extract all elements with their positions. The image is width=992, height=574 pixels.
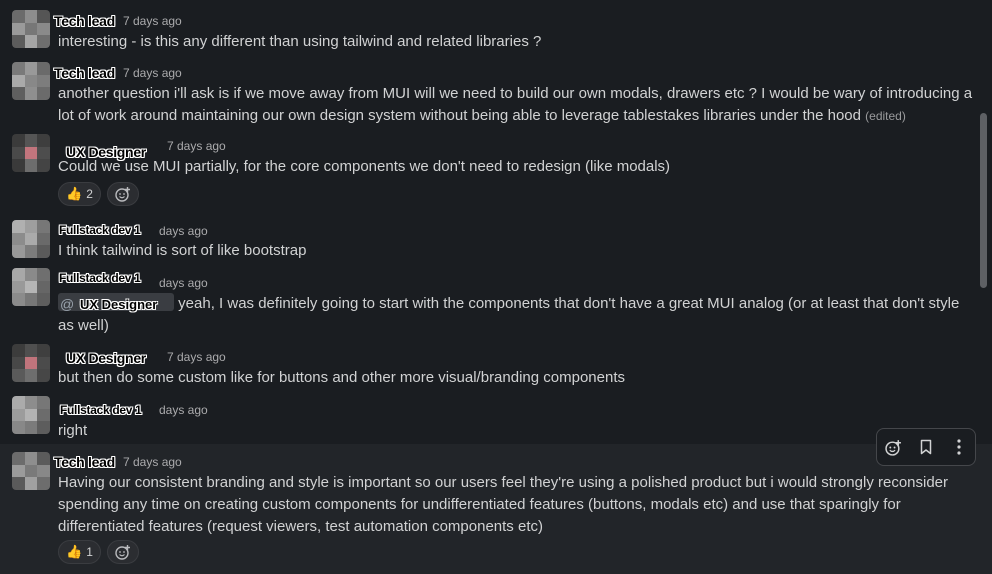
message-text: Having our consistent branding and style… — [58, 474, 949, 535]
message-text: interesting - is this any different than… — [58, 33, 542, 50]
message-text: right — [58, 422, 88, 439]
reactions-bar: 👍 2 — [58, 182, 139, 206]
timestamp[interactable]: 7 days ago — [123, 66, 182, 80]
mention-at: @ — [60, 296, 75, 312]
thumbs-up-icon: 👍 — [66, 544, 83, 559]
add-reaction-icon — [115, 545, 130, 560]
avatar[interactable] — [12, 220, 50, 258]
avatar[interactable] — [12, 268, 50, 306]
reactions-bar: 👍 1 — [58, 540, 139, 564]
message-3: UX Designer 7 days ago Could we use MUI … — [0, 128, 992, 214]
message-6: UX Designer 7 days ago but then do some … — [0, 340, 992, 392]
avatar[interactable] — [12, 10, 50, 48]
author-name[interactable]: Fullstack dev 1 — [59, 223, 141, 237]
scrollbar-thumb[interactable] — [980, 113, 987, 288]
bookmark-icon — [920, 439, 932, 455]
more-vertical-icon — [957, 439, 961, 455]
avatar[interactable] — [12, 344, 50, 382]
message-text: Could we use MUI partially, for the core… — [58, 158, 671, 175]
message-7: Fullstack dev 1 days ago right — [0, 392, 992, 444]
more-actions-button[interactable] — [945, 433, 973, 461]
author-name[interactable]: Tech lead — [54, 454, 115, 470]
author-name[interactable]: UX Designer — [66, 350, 146, 366]
timestamp[interactable]: days ago — [159, 224, 208, 238]
add-reaction-button[interactable] — [879, 433, 907, 461]
reaction-thumbs-up[interactable]: 👍 1 — [58, 540, 101, 564]
mention-name: UX Designer — [80, 297, 158, 312]
reaction-count: 1 — [86, 545, 93, 559]
avatar[interactable] — [12, 396, 50, 434]
reaction-thumbs-up[interactable]: 👍 2 — [58, 182, 101, 206]
author-name[interactable]: Fullstack dev 1 — [60, 403, 142, 417]
author-name[interactable]: Tech lead — [54, 65, 115, 81]
message-4: Fullstack dev 1 days ago I think tailwin… — [0, 214, 992, 262]
timestamp[interactable]: 7 days ago — [123, 14, 182, 28]
author-name[interactable]: Tech lead — [54, 13, 115, 29]
add-reaction-icon — [885, 439, 901, 456]
save-for-later-button[interactable] — [912, 433, 940, 461]
add-reaction-button[interactable] — [106, 182, 139, 206]
add-reaction-icon — [115, 187, 130, 202]
timestamp[interactable]: days ago — [159, 403, 208, 417]
avatar[interactable] — [12, 134, 50, 172]
user-mention[interactable]: @ UX Designer — [58, 293, 174, 312]
message-text: another question i'll ask is if we move … — [58, 83, 974, 127]
edited-label: (edited) — [865, 109, 906, 123]
add-reaction-button[interactable] — [106, 540, 139, 564]
timestamp[interactable]: 7 days ago — [167, 139, 226, 153]
message-text: but then do some custom like for buttons… — [58, 369, 625, 386]
message-1: Tech lead 7 days ago interesting - is th… — [0, 0, 992, 56]
reaction-count: 2 — [86, 187, 93, 201]
timestamp[interactable]: 7 days ago — [123, 455, 182, 469]
avatar[interactable] — [12, 62, 50, 100]
message-body: yeah, I was definitely going to start wi… — [58, 295, 960, 334]
message-2: Tech lead 7 days ago another question i'… — [0, 56, 992, 128]
author-name[interactable]: Fullstack dev 1 — [59, 271, 141, 285]
thumbs-up-icon: 👍 — [66, 186, 83, 201]
message-text: @ UX Designer yeah, I was definitely goi… — [58, 293, 974, 337]
avatar[interactable] — [12, 452, 50, 490]
message-8: Tech lead 7 days ago Having our consiste… — [0, 444, 992, 574]
message-5: Fullstack dev 1 days ago @ UX Designer y… — [0, 262, 992, 340]
timestamp[interactable]: 7 days ago — [167, 350, 226, 364]
message-body: another question i'll ask is if we move … — [58, 85, 973, 124]
message-text: I think tailwind is sort of like bootstr… — [58, 242, 307, 259]
timestamp[interactable]: days ago — [159, 276, 208, 290]
message-actions-toolbar — [876, 428, 976, 466]
